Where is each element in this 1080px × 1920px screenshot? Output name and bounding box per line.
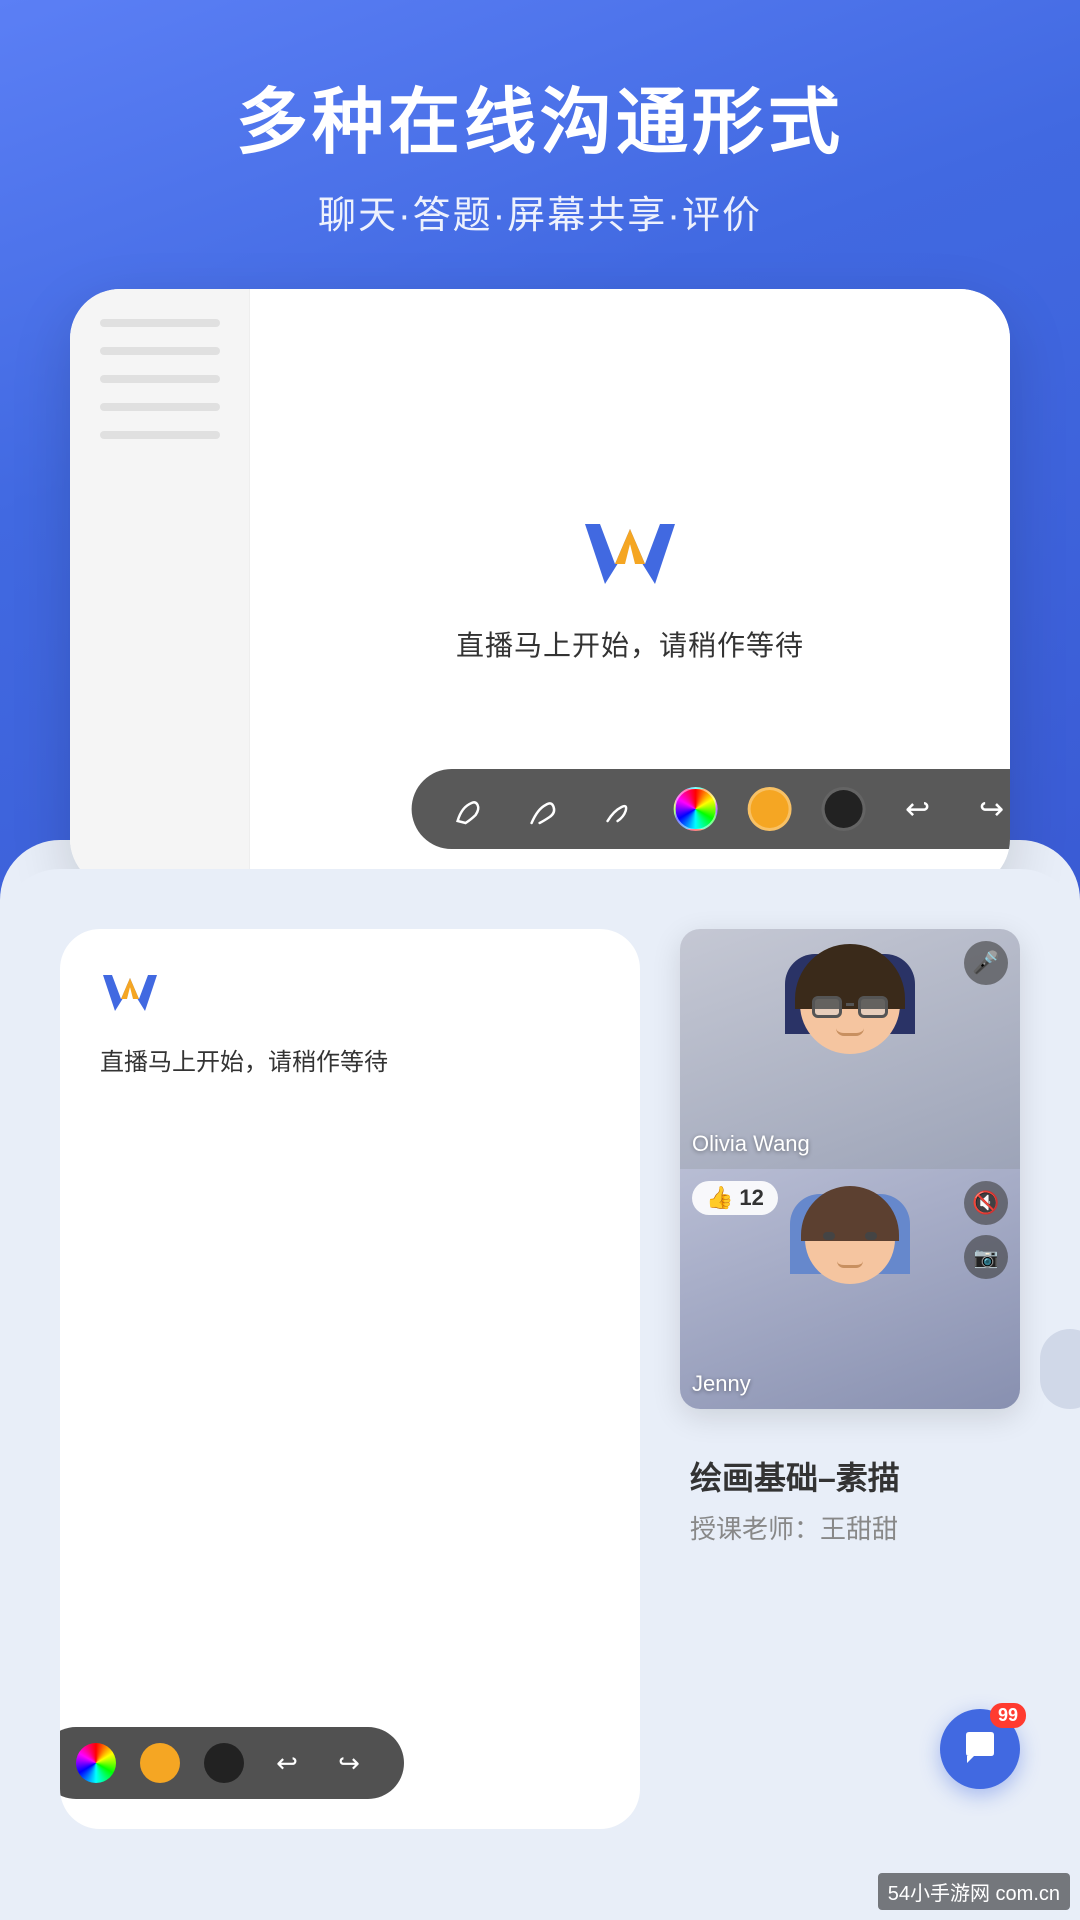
eye-right-jenny: [865, 1232, 877, 1240]
panel-line-2: [100, 347, 220, 355]
person1-glasses: [812, 996, 888, 1018]
waiting-text-top: 直播马上开始，请稍作等待: [456, 624, 804, 664]
course-teacher: 授课老师：王甜甜: [690, 1509, 1020, 1546]
device-mockup-top: 直播马上开始，请稍作等待 ↩ ↪: [70, 289, 1010, 889]
page-title: 多种在线沟通形式: [236, 80, 844, 166]
person1-mouth: [836, 1028, 864, 1036]
like-count: 12: [739, 1185, 763, 1211]
pt-redo-button[interactable]: ↪: [330, 1744, 368, 1782]
page-subtitle: 聊天·答题·屏幕共享·评价: [236, 184, 844, 239]
person-olivia: [770, 954, 930, 1144]
brush-icon-2[interactable]: [526, 787, 570, 831]
video-card-olivia: Olivia Wang 🎤: [680, 929, 1020, 1169]
partial-toolbar: ↩ ↪: [60, 1727, 404, 1799]
panel-line-4: [100, 403, 220, 411]
panel-line-1: [100, 319, 220, 327]
undo-button-top[interactable]: ↩: [896, 787, 940, 831]
watermark: 54小手游网 com.cn: [878, 1873, 1070, 1910]
name-tag-jenny: Jenny: [692, 1371, 751, 1397]
chat-badge: 99: [990, 1703, 1026, 1728]
panel-line-5: [100, 431, 220, 439]
color-orange[interactable]: [748, 787, 792, 831]
pt-undo-button[interactable]: ↩: [268, 1744, 306, 1782]
name-tag-olivia: Olivia Wang: [692, 1131, 810, 1157]
person2-head: [805, 1194, 895, 1284]
bottom-section: 直播马上开始，请稍作等待 ↩ ↪: [0, 869, 1080, 1869]
right-panel: Olivia Wang 🎤: [680, 929, 1020, 1829]
brush-icon-3[interactable]: [600, 787, 644, 831]
waiting-text-partial: 直播马上开始，请稍作等待: [100, 1042, 600, 1077]
course-info: 绘画基础–素描 授课老师：王甜甜: [680, 1453, 1020, 1546]
device-toolbar-top: ↩ ↪: [412, 769, 1010, 849]
person-jenny: [770, 1194, 930, 1384]
chat-icon: [960, 1729, 1000, 1769]
video-panel: Olivia Wang 🎤: [680, 929, 1020, 1409]
partial-device: 直播马上开始，请稍作等待 ↩ ↪: [60, 929, 640, 1829]
glass-right: [858, 996, 888, 1018]
person2-mouth: [837, 1261, 863, 1268]
course-title: 绘画基础–素描: [690, 1453, 1020, 1499]
eye-left-jenny: [823, 1232, 835, 1240]
chat-fab-button[interactable]: 99: [940, 1709, 1020, 1789]
pt-color-orange[interactable]: [140, 1743, 180, 1783]
device-left-panel: [70, 289, 250, 889]
w-logo-top: [580, 514, 680, 594]
redo-button-top[interactable]: ↪: [970, 787, 1010, 831]
person1-head: [800, 954, 900, 1054]
glass-left: [812, 996, 842, 1018]
like-badge-jenny: 👍 12: [692, 1181, 778, 1215]
scroll-handle[interactable]: [1040, 1329, 1080, 1409]
panel-line-3: [100, 375, 220, 383]
pt-color-black[interactable]: [204, 1743, 244, 1783]
bottom-left: 直播马上开始，请稍作等待 ↩ ↪: [60, 929, 640, 1829]
pt-color-rainbow[interactable]: [76, 1743, 116, 1783]
color-black[interactable]: [822, 787, 866, 831]
person2-hair: [801, 1186, 899, 1241]
like-icon: 👍: [706, 1185, 733, 1211]
w-logo-partial: [100, 969, 600, 1022]
video-card-jenny: 👍 12 🔇 📷 Jenny: [680, 1169, 1020, 1409]
header-section: 多种在线沟通形式 聊天·答题·屏幕共享·评价: [236, 0, 844, 239]
color-rainbow[interactable]: [674, 787, 718, 831]
brush-icon-1[interactable]: [452, 787, 496, 831]
glass-bridge: [846, 1003, 854, 1006]
